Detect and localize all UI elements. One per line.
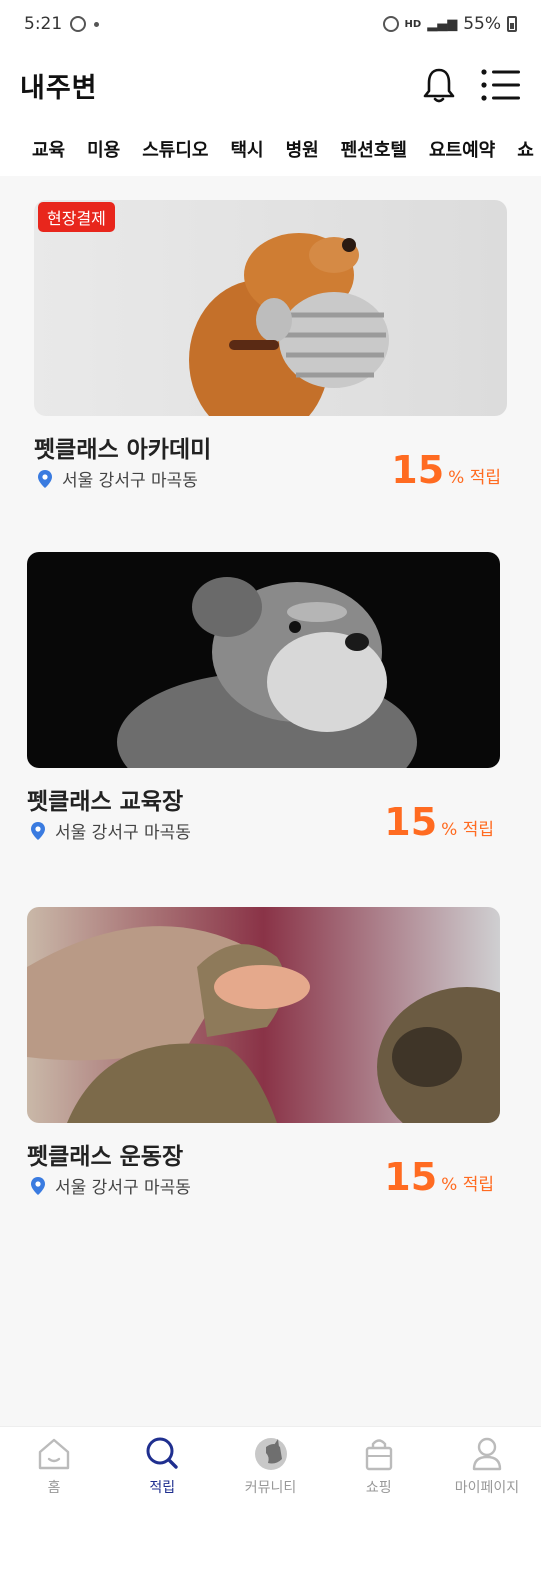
place-photo[interactable] bbox=[34, 200, 507, 416]
notification-icon bbox=[70, 16, 87, 32]
place-photo[interactable] bbox=[27, 907, 500, 1123]
location-pin-icon bbox=[31, 1176, 45, 1195]
reward-rate: 15 % 적립 bbox=[384, 800, 494, 844]
reward-rate: 15 % 적립 bbox=[391, 448, 501, 492]
reward-unit: % 적립 bbox=[448, 468, 501, 488]
bottom-nav: 홈 적립 커뮤니티 쇼핑 마이페이지 bbox=[0, 1426, 541, 1587]
location-text: 서울 강서구 마곡동 bbox=[62, 471, 198, 491]
app-header: 내주변 bbox=[0, 48, 541, 122]
status-time: 5:21 bbox=[24, 14, 63, 34]
nav-rewards[interactable]: 적립 bbox=[108, 1435, 216, 1587]
place-card[interactable]: 현장결제 펫클래스 아카데미 서울 강서구 마곡동 15 % 적립 bbox=[34, 200, 507, 500]
list-menu-icon[interactable] bbox=[481, 65, 521, 105]
tab-yacht-reservation[interactable]: 요트예약 bbox=[429, 136, 495, 162]
shopping-bag-icon bbox=[365, 1439, 392, 1471]
tab-pension-hotel[interactable]: 펜션호텔 bbox=[341, 136, 407, 162]
signal-icon: ▂▄▆ bbox=[427, 16, 458, 32]
reward-rate: 15 % 적립 bbox=[384, 1155, 494, 1199]
place-location: 서울 강서구 마곡동 bbox=[38, 466, 198, 491]
location-pin-icon bbox=[38, 469, 52, 488]
home-icon bbox=[38, 1438, 70, 1470]
battery-icon bbox=[507, 16, 517, 32]
nav-mypage-label: 마이페이지 bbox=[454, 1480, 520, 1496]
nav-mypage[interactable]: 마이페이지 bbox=[433, 1435, 541, 1587]
page-title: 내주변 bbox=[20, 72, 98, 104]
tab-education[interactable]: 교육 bbox=[32, 136, 65, 162]
place-card[interactable]: 펫클래스 교육장 서울 강서구 마곡동 15 % 적립 bbox=[27, 552, 500, 852]
community-icon bbox=[254, 1438, 287, 1470]
reward-unit: % 적립 bbox=[441, 820, 494, 840]
battery-percent: 55% bbox=[463, 14, 501, 34]
place-name: 펫클래스 아카데미 bbox=[34, 437, 212, 463]
nav-community-label: 커뮤니티 bbox=[244, 1480, 297, 1496]
place-name: 펫클래스 운동장 bbox=[27, 1144, 184, 1170]
reward-unit: % 적립 bbox=[441, 1175, 494, 1195]
place-location: 서울 강서구 마곡동 bbox=[31, 1173, 191, 1198]
nav-community[interactable]: 커뮤니티 bbox=[216, 1435, 324, 1587]
location-text: 서울 강서구 마곡동 bbox=[55, 823, 191, 843]
location-pin-icon bbox=[31, 821, 45, 840]
place-location: 서울 강서구 마곡동 bbox=[31, 818, 191, 843]
reward-value: 15 bbox=[391, 448, 445, 492]
status-bar: 5:21 HD ▂▄▆ 55% bbox=[0, 0, 541, 48]
search-icon bbox=[146, 1437, 178, 1469]
place-photo[interactable] bbox=[27, 552, 500, 768]
onsite-payment-badge: 현장결제 bbox=[38, 202, 115, 232]
reward-value: 15 bbox=[384, 1155, 438, 1199]
hd-voice-icon: HD bbox=[404, 18, 422, 30]
category-tabs: 교육 미용 스튜디오 택시 병원 펜션호텔 요트예약 쇼 bbox=[0, 122, 541, 176]
tab-taxi[interactable]: 택시 bbox=[231, 136, 264, 162]
nav-shopping-label: 쇼핑 bbox=[365, 1480, 392, 1496]
tab-shopping-partial[interactable]: 쇼 bbox=[517, 136, 534, 162]
alarm-icon bbox=[382, 16, 399, 32]
nav-home[interactable]: 홈 bbox=[0, 1435, 108, 1587]
nav-shopping[interactable]: 쇼핑 bbox=[325, 1435, 433, 1587]
tab-studio[interactable]: 스튜디오 bbox=[142, 136, 208, 162]
place-name: 펫클래스 교육장 bbox=[27, 789, 184, 815]
user-icon bbox=[472, 1437, 502, 1471]
tab-grooming[interactable]: 미용 bbox=[87, 136, 120, 162]
tab-hospital[interactable]: 병원 bbox=[286, 136, 319, 162]
more-notifications-icon bbox=[94, 21, 100, 27]
bell-icon[interactable] bbox=[419, 65, 459, 105]
location-text: 서울 강서구 마곡동 bbox=[55, 1178, 191, 1198]
place-card[interactable]: 펫클래스 운동장 서울 강서구 마곡동 15 % 적립 bbox=[27, 907, 500, 1207]
nav-home-label: 홈 bbox=[47, 1480, 61, 1496]
reward-value: 15 bbox=[384, 800, 438, 844]
nav-rewards-label: 적립 bbox=[149, 1480, 176, 1496]
